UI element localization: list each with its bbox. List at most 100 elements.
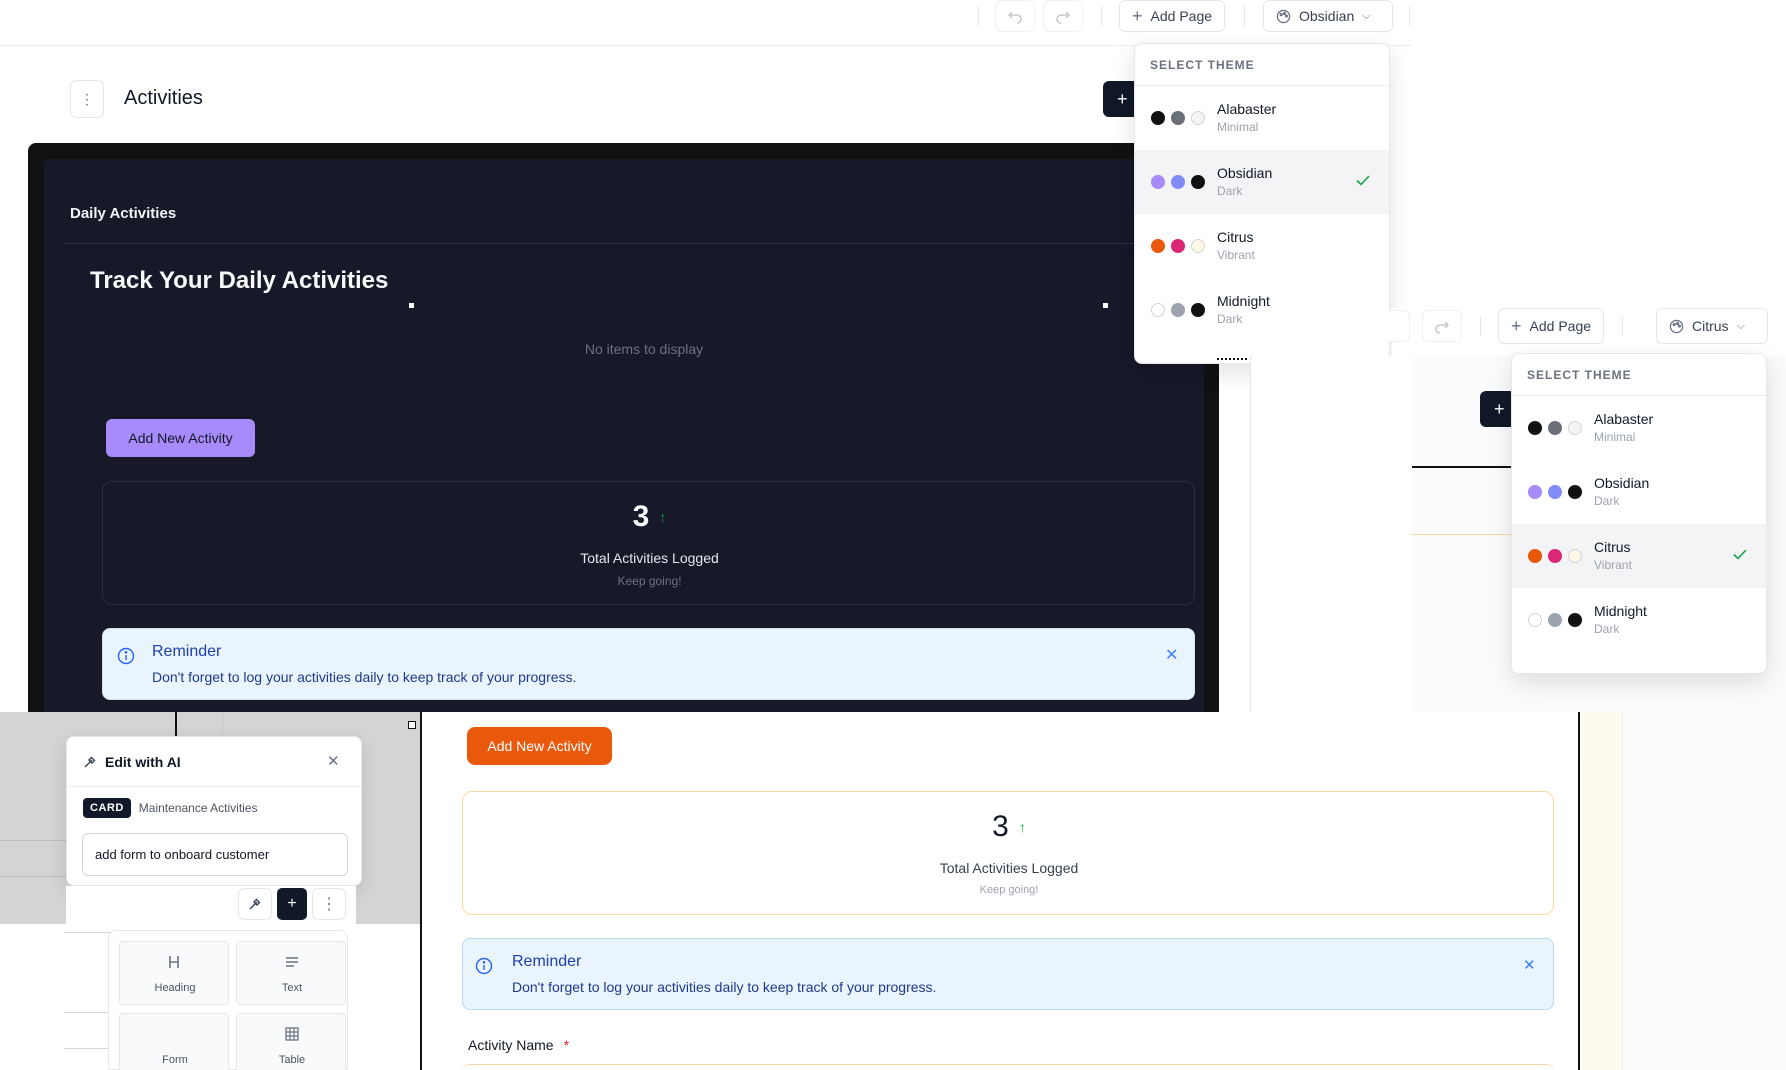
theme-option-midnight[interactable]: Midnight Dark <box>1512 588 1766 652</box>
theme-select-button[interactable]: Obsidian ⌵ <box>1263 0 1393 32</box>
canvas-grid-line <box>0 876 70 877</box>
add-activity-button[interactable]: Add New Activity <box>467 727 612 765</box>
theme-option-alabaster[interactable]: Alabaster Minimal <box>1135 86 1389 150</box>
resize-handle[interactable] <box>1103 303 1108 308</box>
element-context: Maintenance Activities <box>138 801 258 815</box>
reminder-text: Don't forget to log your activities dail… <box>152 669 577 685</box>
add-element-button[interactable]: + <box>277 888 307 920</box>
theme-swatches <box>1528 549 1594 563</box>
more-vertical-icon: ⋮ <box>80 90 94 107</box>
block-option-table[interactable]: Table <box>236 1013 346 1070</box>
undo-button[interactable] <box>995 0 1035 32</box>
theme-category: Dark <box>1217 312 1243 326</box>
wand-icon <box>84 756 96 767</box>
stat-label: Total Activities Logged <box>939 860 1079 876</box>
theme-option-obsidian[interactable]: Obsidian Dark <box>1135 150 1389 214</box>
stat-card: 3 ↑ Total Activities Logged Keep going! <box>102 481 1195 605</box>
page-title: Activities <box>124 87 203 109</box>
theme-option-text: Alabaster Minimal <box>1594 410 1653 446</box>
theme-category: Minimal <box>1594 430 1636 444</box>
theme-options: Alabaster Minimal Obsidian Dark Citrus Vibran… <box>1512 396 1766 652</box>
redo-button[interactable] <box>1043 0 1083 32</box>
ai-panel-header: Edit with AI <box>67 737 363 787</box>
stat-value-row: 3 ↑ <box>463 810 1555 844</box>
theme-category: Dark <box>1594 494 1620 508</box>
undo-button[interactable] <box>1388 310 1410 342</box>
undo-icon <box>1007 11 1022 24</box>
theme-select-label: Citrus <box>1692 318 1729 334</box>
theme-option-text: Midnight Dark <box>1594 602 1647 638</box>
field-label: Activity Name <box>468 1037 554 1053</box>
light-preview-sidebar <box>1250 356 1412 712</box>
close-icon[interactable]: ✕ <box>327 752 340 770</box>
add-page-button[interactable]: + Add Page <box>1498 308 1605 344</box>
add-activity-button[interactable]: Add New Activity <box>106 419 255 457</box>
toolbar-separator <box>978 6 979 26</box>
required-mark: * <box>563 1037 570 1053</box>
theme-name: Citrus <box>1594 539 1631 555</box>
trend-up-icon: ↑ <box>1018 819 1026 835</box>
theme-select-button[interactable]: Citrus ⌵ <box>1656 308 1768 344</box>
theme-swatch <box>1528 421 1542 435</box>
form-icon <box>167 1026 183 1042</box>
theme-dropdown-citrus: SELECT THEME Alabaster Minimal Obsidian Dar… <box>1511 353 1767 674</box>
theme-option-midnight[interactable]: Midnight Dark <box>1135 278 1389 342</box>
theme-swatch <box>1171 111 1185 125</box>
theme-swatches <box>1528 421 1594 435</box>
activity-name-input[interactable] <box>462 1064 1554 1070</box>
theme-option-obsidian[interactable]: Obsidian Dark <box>1512 460 1766 524</box>
block-option-form[interactable]: Form <box>119 1013 229 1070</box>
theme-swatches <box>1151 111 1217 125</box>
light-preview-side-strip <box>1582 712 1622 1070</box>
reminder-text: Don't forget to log your activities dail… <box>512 979 937 995</box>
theme-option-text: Obsidian Dark <box>1217 164 1272 200</box>
add-page-label: Add Page <box>1150 8 1213 24</box>
add-page-button[interactable]: + Add Page <box>1119 0 1226 32</box>
theme-name: Obsidian <box>1594 475 1650 491</box>
trend-up-icon: ↑ <box>659 509 667 525</box>
text-icon <box>286 957 298 967</box>
close-icon[interactable]: ✕ <box>1165 645 1178 665</box>
add-page-label: Add Page <box>1529 318 1592 334</box>
section-heading: Track Your Daily Activities <box>90 267 389 294</box>
theme-category: Vibrant <box>1594 558 1632 572</box>
toolbar-separator <box>1480 316 1481 336</box>
theme-option-alabaster[interactable]: Alabaster Minimal <box>1512 396 1766 460</box>
resize-handle[interactable] <box>408 721 416 729</box>
ai-edit-button[interactable] <box>238 888 272 920</box>
theme-swatches <box>1151 303 1217 317</box>
dark-theme-preview: Daily Activities Track Your Daily Activi… <box>28 143 1219 713</box>
theme-swatch <box>1568 613 1582 627</box>
light-theme-preview: Add New Activity 3 ↑ Total Activities Lo… <box>420 712 1580 1070</box>
empty-state-text: No items to display <box>584 341 704 357</box>
theme-dropdown-obsidian: SELECT THEME Alabaster Minimal Obsidian Dar… <box>1134 43 1390 364</box>
block-label: Form <box>162 1054 188 1066</box>
theme-swatch <box>1171 239 1185 253</box>
theme-options: Alabaster Minimal Obsidian Dark Citrus Vibran… <box>1135 86 1389 342</box>
palette-icon <box>1276 9 1291 23</box>
canvas-grid-line <box>175 712 177 736</box>
canvas-grid-line <box>0 840 70 841</box>
reminder-title: Reminder <box>512 953 582 970</box>
card-title: Daily Activities <box>70 205 177 222</box>
close-icon[interactable]: ✕ <box>1523 956 1536 974</box>
page-options-button[interactable]: ⋮ <box>70 80 104 118</box>
more-options-button[interactable]: ⋮ <box>312 888 346 920</box>
block-option-text[interactable]: Text <box>236 941 346 1005</box>
theme-swatch <box>1151 239 1165 253</box>
resize-handle[interactable] <box>409 303 414 308</box>
theme-option-text: Citrus Vibrant <box>1217 228 1255 264</box>
top-toolbar: + Add Page Obsidian ⌵ <box>0 0 1412 46</box>
block-label: Table <box>278 1054 306 1066</box>
theme-swatch <box>1548 549 1562 563</box>
theme-option-citrus[interactable]: Citrus Vibrant <box>1512 524 1766 588</box>
redo-button[interactable] <box>1422 310 1462 342</box>
theme-option-citrus[interactable]: Citrus Vibrant <box>1135 214 1389 278</box>
toolbar-separator <box>1244 6 1245 26</box>
block-option-heading[interactable]: Heading <box>119 941 229 1005</box>
ai-prompt-input[interactable]: add form to onboard customer <box>82 833 348 876</box>
check-icon <box>1733 549 1747 560</box>
theme-swatches <box>1528 485 1594 499</box>
theme-swatch <box>1151 175 1165 189</box>
card-divider <box>64 243 1184 244</box>
